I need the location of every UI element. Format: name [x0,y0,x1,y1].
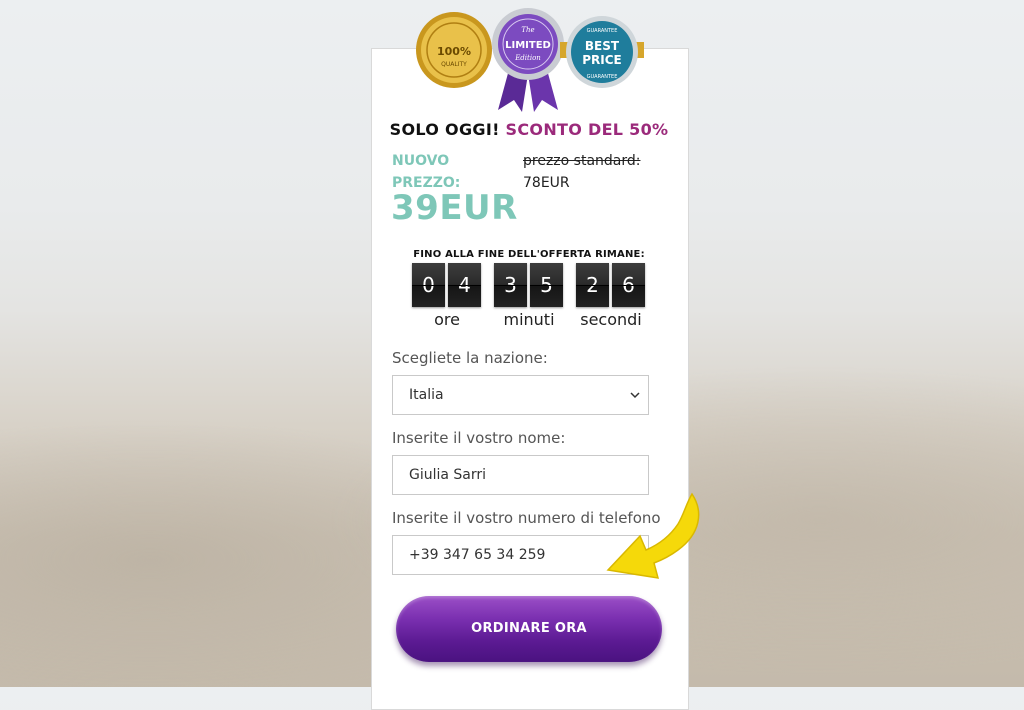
svg-text:GUARANTEE: GUARANTEE [587,74,618,80]
svg-text:The: The [521,26,534,34]
country-select-value: Italia [409,387,444,403]
svg-text:100%: 100% [437,45,471,58]
headline-prefix: SOLO OGGI! [389,120,500,139]
svg-text:Edition: Edition [514,54,541,62]
hours-label: ore [434,310,460,329]
offer-headline: SOLO OGGI! SCONTO DEL 50% [372,120,686,139]
old-price-value: 78EUR [523,175,570,191]
old-price-label: prezzo standard: [523,153,641,169]
hours-digit-1: 0 [412,263,445,307]
seconds-digit-1: 2 [576,263,609,307]
name-input[interactable] [409,457,632,493]
old-price: prezzo standard: 78EUR [523,150,640,194]
chevron-down-icon [630,392,640,399]
headline-discount: SCONTO DEL 50% [505,120,669,139]
quality-badge-icon: 100% QUALITY [416,12,492,88]
name-field [392,455,649,495]
seconds-label: secondi [580,310,642,329]
limited-edition-badge-icon: The LIMITED Edition [492,8,564,112]
hours-digit-2: 4 [448,263,481,307]
new-price-label-line1: NUOVO [392,153,450,169]
svg-text:GUARANTEE: GUARANTEE [587,28,618,34]
countdown-title: FINO ALLA FINE DELL'OFFERTA RIMANE: [413,249,645,260]
new-price-value: 39EUR [391,188,518,228]
minutes-label: minuti [503,310,555,329]
country-select[interactable]: Italia [392,375,649,415]
minutes-digit-2: 5 [530,263,563,307]
order-now-button[interactable]: ORDINARE ORA [396,596,662,662]
name-label: Inserite il vostro nome: [392,429,566,447]
svg-text:LIMITED: LIMITED [505,40,551,51]
seconds-digit-2: 6 [612,263,645,307]
badges-row: 100% QUALITY The LIMITED Edition GUARANT… [414,6,644,116]
best-price-badge-icon: GUARANTEE BEST PRICE GUARANTEE [560,16,644,88]
phone-input[interactable] [409,537,632,573]
svg-text:QUALITY: QUALITY [441,61,467,68]
country-label: Scegliete la nazione: [392,349,548,367]
svg-text:PRICE: PRICE [582,53,622,67]
svg-text:BEST: BEST [585,39,620,53]
minutes-digit-1: 3 [494,263,527,307]
pointer-arrow-icon [606,492,700,579]
